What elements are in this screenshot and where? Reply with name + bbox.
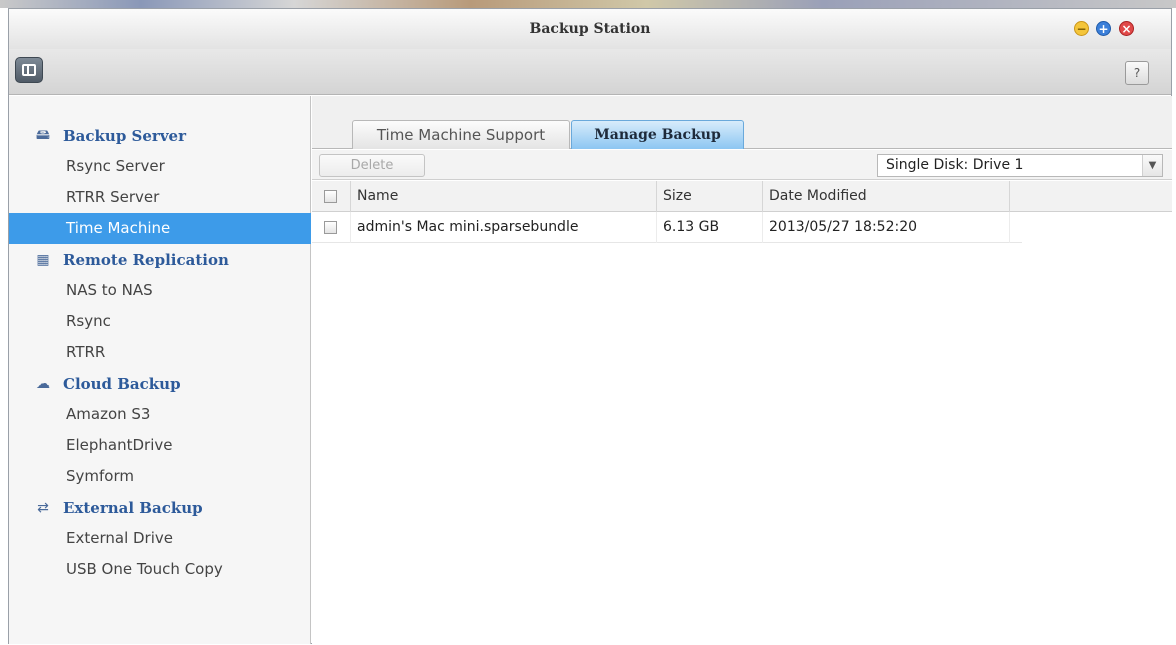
replication-icon: ▦ bbox=[36, 251, 50, 268]
sidebar-group-external-backup[interactable]: ⇄ External Backup bbox=[9, 492, 311, 523]
row-checkbox[interactable] bbox=[324, 221, 337, 234]
column-header-date-modified[interactable]: Date Modified bbox=[763, 181, 1010, 212]
tab-time-machine-support[interactable]: Time Machine Support bbox=[352, 120, 570, 149]
sidebar-item-rtrr[interactable]: RTRR bbox=[9, 337, 311, 368]
tab-manage-backup[interactable]: Manage Backup bbox=[571, 120, 744, 149]
main-panel: Time Machine Support Manage Backup Delet… bbox=[312, 96, 1172, 644]
sync-arrows-icon: ⇄ bbox=[37, 499, 49, 516]
cell-size: 6.13 GB bbox=[657, 212, 763, 243]
maximize-icon[interactable]: + bbox=[1096, 21, 1111, 36]
delete-button[interactable]: Delete bbox=[319, 154, 425, 177]
sidebar-item-elephantdrive[interactable]: ElephantDrive bbox=[9, 430, 311, 461]
sidebar-group-backup-server[interactable]: 🖴 Backup Server bbox=[9, 120, 311, 151]
cloud-icon: ☁ bbox=[36, 375, 50, 392]
column-header-size[interactable]: Size bbox=[657, 181, 763, 212]
sidebar-item-symform[interactable]: Symform bbox=[9, 461, 311, 492]
sidebar-group-label: External Backup bbox=[63, 498, 203, 517]
sidebar-group-cloud-backup[interactable]: ☁ Cloud Backup bbox=[9, 368, 311, 399]
sidebar-toggle-button[interactable] bbox=[15, 57, 43, 83]
column-header-filler bbox=[1010, 181, 1172, 212]
help-button[interactable]: ? bbox=[1125, 61, 1149, 85]
row-select-cell[interactable] bbox=[312, 212, 351, 243]
sidebar-item-rsync[interactable]: Rsync bbox=[9, 306, 311, 337]
select-all-cell[interactable] bbox=[312, 181, 351, 212]
cell-name: admin's Mac mini.sparsebundle bbox=[351, 212, 657, 243]
close-icon[interactable]: × bbox=[1119, 21, 1134, 36]
sidebar-item-external-drive[interactable]: External Drive bbox=[9, 523, 311, 554]
table-header: Name Size Date Modified bbox=[312, 181, 1172, 212]
window-title: Backup Station bbox=[529, 21, 651, 37]
sidebar-panel-icon bbox=[22, 64, 36, 76]
sidebar-item-rsync-server[interactable]: Rsync Server bbox=[9, 151, 311, 182]
cell-date-modified: 2013/05/27 18:52:20 bbox=[763, 212, 1010, 243]
sidebar-group-remote-replication[interactable]: ▦ Remote Replication bbox=[9, 244, 311, 275]
background-strip bbox=[0, 0, 1176, 8]
minimize-icon[interactable]: − bbox=[1074, 21, 1089, 36]
toolbar: ? bbox=[9, 49, 1171, 95]
sidebar-group-label: Cloud Backup bbox=[63, 374, 181, 393]
sidebar-item-nas-to-nas[interactable]: NAS to NAS bbox=[9, 275, 311, 306]
title-bar[interactable]: Backup Station − + × bbox=[9, 9, 1171, 49]
server-icon: 🖴 bbox=[35, 126, 51, 143]
sidebar: 🖴 Backup Server Rsync Server RTRR Server… bbox=[9, 96, 311, 644]
tab-strip: Time Machine Support Manage Backup bbox=[312, 96, 1172, 149]
column-header-name[interactable]: Name bbox=[351, 181, 657, 212]
table-row[interactable]: admin's Mac mini.sparsebundle 6.13 GB 20… bbox=[312, 212, 1022, 243]
sidebar-group-label: Backup Server bbox=[63, 126, 186, 145]
chevron-down-icon[interactable]: ▼ bbox=[1142, 155, 1162, 176]
sidebar-item-rtrr-server[interactable]: RTRR Server bbox=[9, 182, 311, 213]
disk-select[interactable]: Single Disk: Drive 1 ▼ bbox=[877, 154, 1163, 177]
select-all-checkbox[interactable] bbox=[324, 190, 337, 203]
action-bar: Delete Single Disk: Drive 1 ▼ bbox=[312, 150, 1172, 180]
sidebar-item-usb-one-touch-copy[interactable]: USB One Touch Copy bbox=[9, 554, 311, 585]
sidebar-item-time-machine[interactable]: Time Machine bbox=[9, 213, 311, 244]
backup-station-window: Backup Station − + × ? 🖴 Backup Server R… bbox=[8, 8, 1172, 644]
disk-select-value: Single Disk: Drive 1 bbox=[886, 157, 1024, 173]
sidebar-group-label: Remote Replication bbox=[63, 250, 229, 269]
sidebar-item-amazon-s3[interactable]: Amazon S3 bbox=[9, 399, 311, 430]
